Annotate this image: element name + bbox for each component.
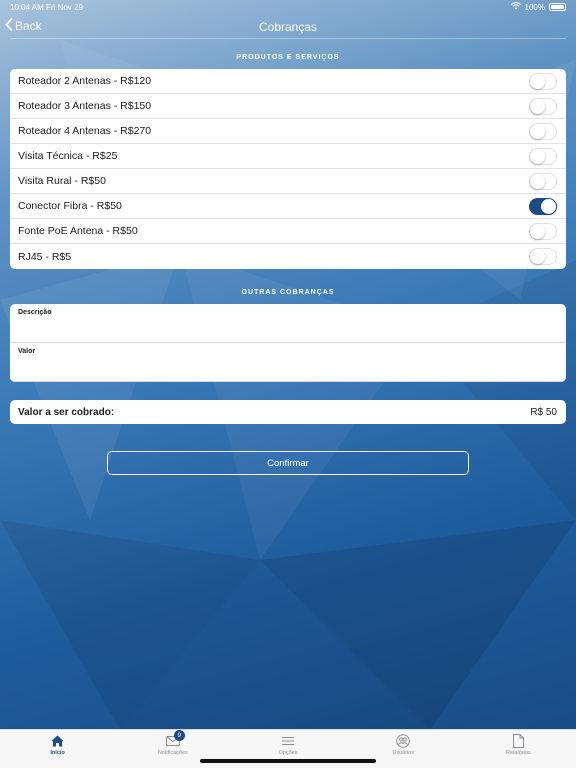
description-label: Descrição [18,309,52,316]
products-list: Roteador 2 Antenas - R$120 Roteador 3 An… [10,69,566,269]
product-row[interactable]: Conector Fibra - R$50 [10,194,566,219]
product-label: RJ45 - R$5 [18,250,72,263]
product-label: Fonte PoE Antena - R$50 [18,225,138,237]
users-icon [396,734,411,748]
battery-percent: 100% [524,2,545,12]
page-title: Cobranças [258,20,318,34]
description-field: Descrição [10,304,566,343]
product-row[interactable]: Visita Técnica - R$25 [10,144,566,169]
wifi-icon [510,2,521,12]
status-bar: 10:04 AM Fri Nov 29 100% [0,0,576,16]
other-charges-form: Descrição Valor [10,304,566,382]
tab-label: Notificações [157,750,188,756]
product-toggle[interactable] [529,72,557,90]
total-label: Valor a ser cobrado: [18,406,115,418]
tab-bar: Início 9 Notificações Opções Usuários Re… [0,729,576,768]
product-toggle[interactable] [529,222,557,240]
tab-label: Usuários [392,750,415,756]
tab-label: Opções [278,750,298,756]
value-label: Valor [18,348,36,355]
product-row[interactable]: RJ45 - R$5 [10,244,566,269]
product-toggle[interactable] [529,197,557,215]
status-right: 100% [510,2,566,12]
product-label: Visita Rural - R$50 [18,175,106,187]
battery-icon [549,3,566,11]
menu-icon [281,734,295,748]
product-toggle[interactable] [529,248,557,265]
tab-relatorios[interactable]: Relatórios [461,730,576,768]
product-row[interactable]: Fonte PoE Antena - R$50 [10,219,566,244]
notification-badge: 9 [173,730,185,741]
product-toggle[interactable] [529,97,557,115]
product-row[interactable]: Roteador 3 Antenas - R$150 [10,94,566,119]
product-toggle[interactable] [529,147,557,165]
nav-divider [10,38,566,39]
product-row[interactable]: Roteador 2 Antenas - R$120 [10,69,566,94]
home-icon [51,734,65,748]
product-row[interactable]: Roteador 4 Antenas - R$270 [10,119,566,144]
description-input[interactable] [18,321,558,332]
product-label: Roteador 3 Antenas - R$150 [18,100,152,112]
value-input[interactable] [18,360,558,371]
total-summary: Valor a ser cobrado: R$ 50 [10,400,566,424]
navigation-bar: Back Cobranças [0,16,576,38]
product-label: Visita Técnica - R$25 [18,150,118,162]
tab-inicio[interactable]: Início [0,730,115,768]
other-section-header: OUTRAS COBRANÇAS [241,289,335,296]
status-time: 10:04 AM [10,3,44,12]
total-value: R$ 50 [530,406,557,418]
envelope-icon: 9 [165,730,185,748]
product-row[interactable]: Visita Rural - R$50 [10,169,566,194]
product-toggle[interactable] [529,122,557,140]
tab-label: Relatórios [506,750,531,756]
products-section-header: PRODUTOS E SERVIÇOS [236,54,340,61]
document-icon [511,734,525,748]
confirm-button[interactable]: Confirmar [107,451,469,475]
home-indicator [200,759,376,763]
tab-label: Início [50,750,65,756]
product-label: Roteador 2 Antenas - R$120 [18,75,152,87]
value-field: Valor [10,343,566,382]
product-toggle[interactable] [529,172,557,190]
status-date: Fri Nov 29 [46,3,83,12]
product-label: Roteador 4 Antenas - R$270 [18,125,152,137]
product-label: Conector Fibra - R$50 [18,200,122,212]
